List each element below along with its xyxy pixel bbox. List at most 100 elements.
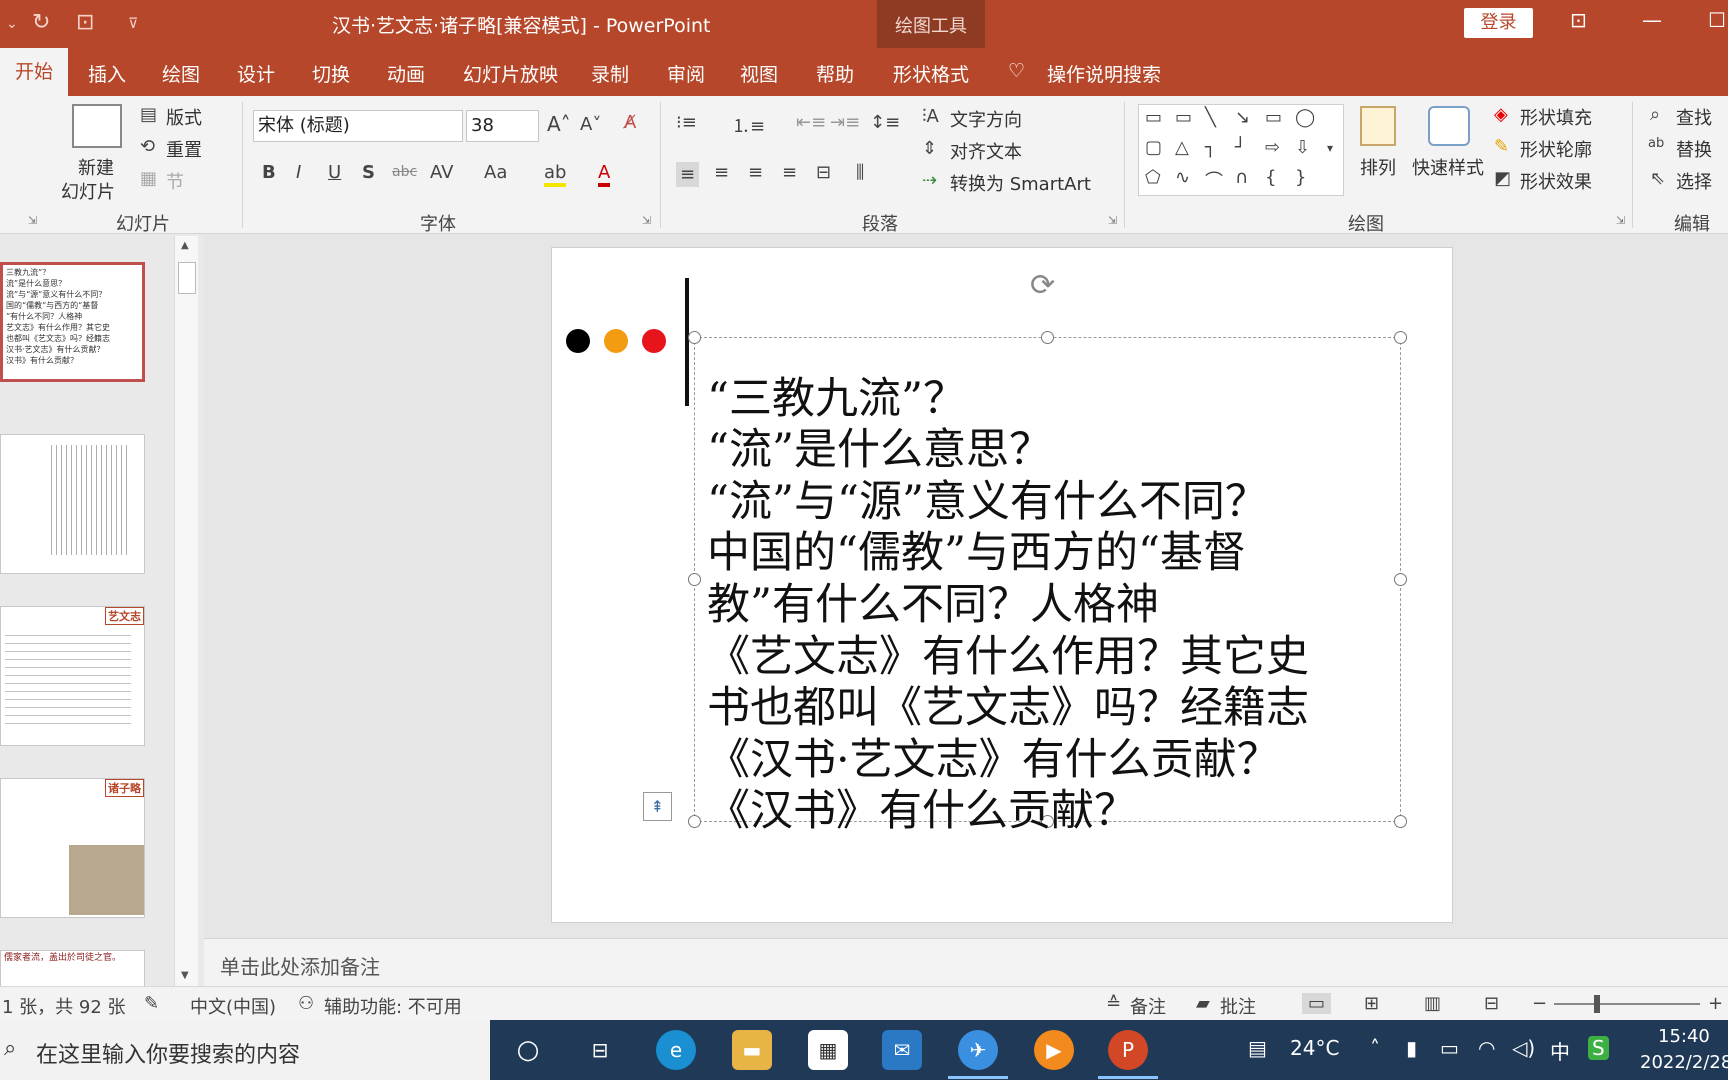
arrow-line-shape-icon[interactable]: ↘ [1235,107,1250,128]
select-button[interactable]: 选择 [1676,168,1712,194]
bullets-icon[interactable]: ⁝≡ [676,112,697,133]
feishu-icon[interactable]: ✈ [958,1030,998,1070]
clock-date[interactable]: 2022/2/28 [1640,1052,1728,1073]
align-text-button[interactable]: 对齐文本 [950,138,1022,164]
media-app-icon[interactable]: ▶ [1034,1030,1074,1070]
font-name-select[interactable]: 宋体 (标题) [253,110,463,142]
find-button[interactable]: 查找 [1676,104,1712,130]
columns-icon[interactable]: ⫼ [856,162,864,183]
resize-handle[interactable] [688,573,701,586]
scribble-shape-icon[interactable]: ∿ [1175,167,1190,188]
tray-chevron-icon[interactable]: ˄ [1370,1036,1380,1060]
new-slide-icon[interactable] [72,104,122,148]
shrink-font-icon[interactable]: A˅ [580,114,601,135]
resize-handle[interactable] [688,331,701,344]
tab-draw[interactable]: 绘图 [162,60,200,87]
slide-sorter-icon[interactable]: ⊞ [1364,993,1379,1014]
tab-transitions[interactable]: 切换 [312,60,350,87]
change-case-button[interactable]: Aa [484,162,507,183]
zoom-slider-thumb[interactable] [1594,995,1600,1013]
tab-home[interactable]: 开始 [0,48,68,96]
comments-button[interactable]: 批注 [1220,993,1256,1019]
shape-effects-button[interactable]: 形状效果 [1520,168,1592,194]
down-arrow-shape-icon[interactable]: ⇩ [1295,137,1310,158]
align-right-icon[interactable]: ≡ [748,162,763,183]
tab-design[interactable]: 设计 [237,60,275,87]
zoom-slider-track[interactable] [1554,1003,1700,1005]
tab-view[interactable]: 视图 [740,60,778,87]
resize-handle[interactable] [688,815,701,828]
triangle-shape-icon[interactable]: △ [1175,137,1189,158]
convert-smartart-button[interactable]: 转换为 SmartArt [950,170,1091,196]
textbox-shape-icon[interactable]: ▭ [1145,107,1162,128]
autofit-options-icon[interactable]: ⇞ [643,792,672,821]
slide-thumbnail-5[interactable]: 儒家者流，盖出於司徒之官。 [0,950,145,990]
scroll-up-icon[interactable]: ▲ [181,240,189,251]
file-explorer-icon[interactable]: ▬ [732,1030,772,1070]
rotate-handle-icon[interactable]: ⟳ [1030,268,1055,303]
replace-button[interactable]: 替换 [1676,136,1712,162]
vertical-textbox-shape-icon[interactable]: ▭ [1175,107,1192,128]
increase-indent-icon[interactable]: ⇥≡ [830,112,860,133]
notes-pane[interactable]: 单击此处添加备注 [204,938,1728,986]
tab-shape-format[interactable]: 形状格式 [893,60,969,87]
connector-shape-icon[interactable]: ┐ [1205,137,1216,158]
left-brace-shape-icon[interactable]: { [1265,167,1276,188]
maximize-icon[interactable]: ☐ [1708,8,1726,32]
arc-shape-icon[interactable]: ⌒ [1205,167,1223,193]
tab-record[interactable]: 录制 [591,60,629,87]
edge-icon[interactable]: e [656,1030,696,1070]
line-shape-icon[interactable]: ╲ [1205,107,1216,128]
right-arrow-shape-icon[interactable]: ⇨ [1265,137,1280,158]
spellcheck-icon[interactable]: ✎ [144,993,159,1014]
sogou-ime-icon[interactable]: S [1588,1036,1609,1060]
numbering-icon[interactable]: ⒈≡ [732,112,765,138]
decrease-indent-icon[interactable]: ⇤≡ [796,112,826,133]
language-indicator[interactable]: 中文(中国) [190,993,276,1019]
elbow-connector-shape-icon[interactable]: ┘ [1235,137,1246,158]
paragraph-dialog-launcher-icon[interactable]: ⇲ [1108,214,1117,227]
clock-time[interactable]: 15:40 [1658,1026,1710,1047]
slide-thumbnail-3[interactable]: 艺文志 [0,606,145,746]
volume-icon[interactable]: ◁) [1512,1036,1535,1060]
distributed-icon[interactable]: ⊟ [816,162,831,183]
oval-shape-icon[interactable]: ◯ [1295,107,1315,128]
tab-animations[interactable]: 动画 [387,60,425,87]
line-spacing-icon[interactable]: ↕≡ [870,112,900,133]
thumbnail-scrollbar[interactable]: ▲ ▼ [174,236,198,986]
minimize-icon[interactable]: — [1642,8,1662,32]
shape-outline-button[interactable]: 形状轮廓 [1520,136,1592,162]
char-spacing-icon[interactable]: AV [430,162,453,183]
notes-placeholder[interactable]: 单击此处添加备注 [220,951,380,980]
shapes-gallery[interactable]: ▭ ▭ ╲ ↘ ▭ ◯ ▢ △ ┐ ┘ ⇨ ⇩ ⬠ ∿ ⌒ ∩ { } ▾ [1138,104,1344,196]
shape-fill-button[interactable]: 形状填充 [1520,104,1592,130]
resize-handle[interactable] [1394,331,1407,344]
font-color-icon[interactable]: A [598,162,611,187]
reading-view-icon[interactable]: ▥ [1424,993,1441,1014]
mail-icon[interactable]: ✉ [882,1030,922,1070]
arrange-icon[interactable] [1360,106,1396,146]
drawing-dialog-launcher-icon[interactable]: ⇲ [1616,214,1625,227]
slide-thumbnail-1[interactable]: 三教九流”？ 流”是什么意思？ 流”与“源”意义有什么不同？ 国的“儒教”与西方… [0,262,145,382]
taskbar-search-box[interactable]: ⌕ 在这里输入你要搜索的内容 [0,1020,490,1080]
text-shadow-icon[interactable]: S [362,162,375,183]
italic-icon[interactable]: I [296,162,301,183]
presentation-icon[interactable]: ⊡ [76,10,94,35]
customize-qat-icon[interactable]: ⊽ [128,16,138,32]
tab-help[interactable]: 帮助 [816,60,854,87]
new-slide-label-1[interactable]: 新建 [78,154,114,180]
battery-icon[interactable]: ▭ [1440,1036,1459,1060]
scroll-thumb[interactable] [178,262,196,294]
taskbar-search-input[interactable]: 在这里输入你要搜索的内容 [36,1037,300,1069]
tab-review[interactable]: 审阅 [667,60,705,87]
layout-button[interactable]: 版式 [166,104,202,130]
font-dialog-launcher-icon[interactable]: ⇲ [642,214,651,227]
slide-body-text[interactable]: “三教九流”？ “流”是什么意思？ “流”与“源”意义有什么不同？ 中国的“儒教”与西… [707,322,1309,890]
curve-shape-icon[interactable]: ∩ [1235,167,1248,188]
tell-me-search[interactable]: 操作说明搜索 [1047,60,1161,87]
ribbon-display-icon[interactable]: ⊡ [1570,8,1587,32]
tab-insert[interactable]: 插入 [88,60,126,87]
gallery-more-icon[interactable]: ▾ [1327,141,1333,155]
highlight-icon[interactable]: ab [544,162,567,187]
slideshow-view-icon[interactable]: ⊟ [1484,993,1499,1014]
